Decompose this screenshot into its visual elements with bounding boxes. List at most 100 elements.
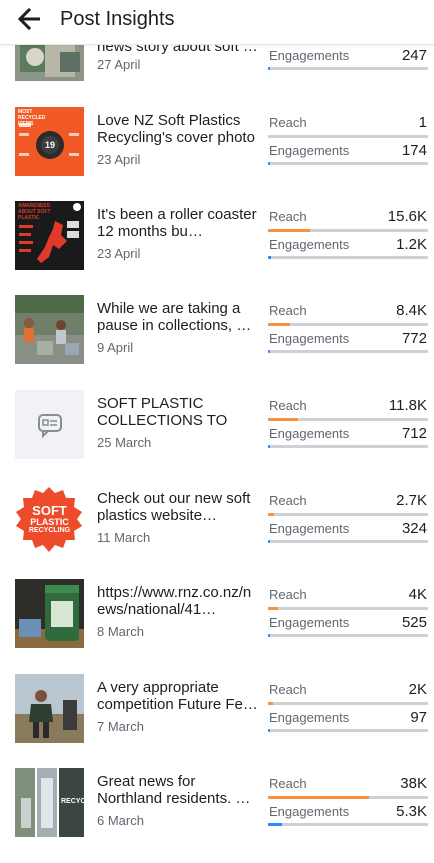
engagements-bar	[268, 729, 428, 732]
reach-bar-fill	[268, 796, 369, 799]
engagements-value: 772	[401, 330, 427, 347]
engagements-bar-fill	[268, 67, 270, 70]
engagements-bar	[268, 445, 428, 448]
engagements-value: 247	[401, 47, 427, 64]
engagements-label: Engagements	[269, 521, 350, 536]
post-text: A very appropriate competition Future Fe…	[97, 679, 258, 713]
svg-text:19: 19	[45, 140, 55, 150]
text-post-icon	[15, 390, 84, 459]
reach-bar	[268, 418, 428, 421]
reach-value: 2.7K	[396, 492, 427, 509]
reach-bar-fill	[268, 607, 278, 610]
engagements-label: Engagements	[269, 48, 350, 63]
post-date: 8 March	[97, 624, 144, 639]
post-list: news story about soft … 27 April Engagem…	[0, 0, 434, 850]
post-row[interactable]: A very appropriate competition Future Fe…	[0, 674, 434, 769]
reach-bar-fill	[268, 702, 273, 705]
engagements-label: Engagements	[269, 237, 350, 252]
engagements-value: 1.2K	[396, 236, 427, 253]
post-date: 9 April	[97, 340, 134, 355]
engagements-bar	[268, 256, 428, 259]
reach-value: 11.8K	[388, 397, 427, 414]
post-thumbnail: 19 MOST RECYCLED ITEMS	[15, 107, 84, 176]
engagements-bar-fill	[268, 540, 270, 543]
engagements-label: Engagements	[269, 710, 350, 725]
engagements-value: 174	[401, 142, 427, 159]
reach-label: Reach	[269, 587, 307, 602]
post-date: 25 March	[97, 435, 152, 450]
engagements-bar	[268, 540, 428, 543]
engagements-bar-fill	[268, 162, 270, 165]
reach-label: Reach	[269, 209, 307, 224]
post-text: SOFT PLASTIC COLLECTIONS TO ST…	[97, 395, 228, 431]
engagements-bar-fill	[268, 823, 283, 826]
post-row[interactable]: 19 MOST RECYCLED ITEMS Love NZ Soft Plas…	[0, 107, 434, 202]
engagements-bar	[268, 634, 428, 637]
reach-bar-fill	[268, 323, 291, 326]
engagements-label: Engagements	[269, 143, 350, 158]
engagements-label: Engagements	[269, 331, 350, 346]
engagements-value: 97	[410, 709, 427, 726]
engagements-value: 324	[401, 520, 427, 537]
engagements-bar	[268, 162, 428, 165]
reach-bar	[268, 702, 428, 705]
post-text: Love NZ Soft Plastics Recycling's cover …	[97, 112, 255, 146]
engagements-bar-fill	[268, 350, 270, 353]
post-text: While we are taking a pause in collectio…	[97, 300, 252, 334]
reach-bar	[268, 229, 428, 232]
engagements-bar-fill	[268, 729, 270, 732]
engagements-label: Engagements	[269, 804, 350, 819]
man-with-bin-photo-icon	[15, 674, 84, 743]
post-row[interactable]: https://www.rnz.co.nz/news/national/41… …	[0, 579, 434, 674]
post-row[interactable]: SOFT PLASTIC RECYCLING Check out our new…	[0, 485, 434, 580]
post-text: Check out our new soft plastics website…	[97, 490, 251, 524]
post-row[interactable]: AWARENESS ABOUT SOFT PLASTIC It's been a…	[0, 201, 434, 296]
reach-value: 15.6K	[387, 208, 427, 225]
reach-label: Reach	[269, 682, 307, 697]
logo-word: RECYCLING	[28, 527, 71, 534]
post-row[interactable]: SOFT PLASTIC COLLECTIONS TO ST… 25 March…	[0, 390, 434, 485]
reach-label: Reach	[269, 398, 307, 413]
post-thumbnail	[15, 674, 84, 743]
reach-bar-fill	[268, 229, 310, 232]
engagements-label: Engagements	[269, 615, 350, 630]
post-date: 27 April	[97, 57, 141, 72]
recycling-bin-photo-icon	[15, 579, 84, 648]
reach-label: Reach	[269, 115, 307, 130]
post-date: 23 April	[97, 152, 141, 167]
reach-bar	[268, 513, 428, 516]
post-row[interactable]: RECYCL Great news for Northland resident…	[0, 768, 434, 863]
post-text: It's been a roller coaster 12 months bu…	[97, 206, 257, 240]
engagements-bar	[268, 350, 428, 353]
logo-word: SOFT	[32, 503, 67, 518]
reach-value: 4K	[408, 586, 427, 603]
reach-label: Reach	[269, 776, 307, 791]
reach-bar	[268, 607, 428, 610]
post-text: Great news for Northland residents. …	[97, 773, 251, 807]
page-title: Post Insights	[60, 8, 175, 30]
logo-word: PLASTIC	[30, 517, 69, 527]
engagements-bar-fill	[268, 634, 270, 637]
engagements-bar-fill	[268, 256, 272, 259]
post-date: 23 April	[97, 246, 141, 261]
post-thumbnail: RECYCL	[15, 768, 84, 837]
reach-value: 8.4K	[396, 302, 427, 319]
app-header: Post Insights	[0, 0, 434, 45]
reach-label: Reach	[269, 303, 307, 318]
post-thumbnail	[15, 390, 84, 459]
thumbnail-caption: SOFT PLASTIC RECYCLING	[15, 504, 84, 535]
post-row[interactable]: While we are taking a pause in collectio…	[0, 295, 434, 390]
thumbnail-caption: MOST RECYCLED ITEMS	[18, 109, 46, 127]
back-button[interactable]	[17, 7, 46, 31]
engagements-value: 712	[401, 425, 427, 442]
back-arrow-icon	[17, 7, 40, 31]
thumbnail-caption: AWARENESS ABOUT SOFT PLASTIC	[18, 203, 51, 221]
engagements-bar-fill	[268, 445, 270, 448]
post-date: 6 March	[97, 813, 144, 828]
engagements-bar	[268, 823, 428, 826]
thumbnail-caption: RECYCL	[61, 798, 84, 805]
reach-bar	[268, 796, 428, 799]
reach-label: Reach	[269, 493, 307, 508]
reach-bar-fill	[268, 418, 299, 421]
people-sorting-photo-icon	[15, 295, 84, 364]
